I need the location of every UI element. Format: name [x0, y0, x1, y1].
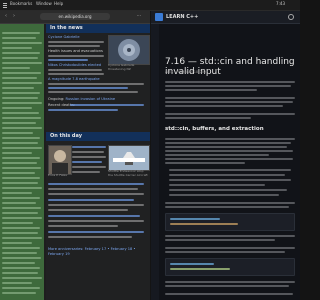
code-block [165, 258, 295, 276]
plane-caption: Shuttle Endeavour atop the Shuttle Carri… [108, 169, 148, 177]
article-title: 7.16 — std::cin and handling invalid inp… [165, 57, 295, 77]
in-the-news-header: In the news [46, 24, 150, 33]
browser-toolbar: ‹ › en.wikipedia.org ⋯ [0, 11, 150, 24]
article-byline: ALEX · FEBRUARY 18, 2023 [165, 70, 209, 74]
code-block [165, 213, 295, 231]
menu-icon[interactable] [3, 3, 7, 8]
back-icon[interactable]: ‹ [3, 13, 9, 20]
wikipedia-window: ‹ › en.wikipedia.org ⋯ In the news Cyclo… [0, 11, 150, 300]
more-icon[interactable]: ⋯ [136, 13, 142, 20]
news-item[interactable]: Health issues and evacuations [48, 49, 106, 54]
news-item[interactable]: Cyclone Gabrielle [48, 35, 106, 40]
learncpp-window: LEARN C++ 7.16 — std::cin and handling i… [151, 11, 300, 300]
wiki-left-column [0, 24, 44, 300]
system-topbar: Bookmarks Window Help 7:43 [0, 0, 300, 11]
plane-image[interactable] [108, 145, 150, 171]
learncpp-logo-icon[interactable] [155, 13, 163, 21]
learncpp-topbar: LEARN C++ [151, 11, 300, 24]
menu-bookmarks[interactable]: Bookmarks [10, 1, 32, 6]
ongoing-line[interactable]: Ongoing: Russian invasion of Ukraine [48, 97, 148, 102]
menu-window[interactable]: Window [36, 1, 52, 6]
cyclone-image-icon [118, 39, 140, 61]
portrait-image[interactable] [48, 145, 72, 175]
news-item[interactable]: A magnitude 7.8 earthquake [48, 77, 106, 82]
forward-icon[interactable]: › [11, 13, 17, 20]
learncpp-sidebar [151, 24, 159, 300]
learncpp-logo[interactable]: LEARN C++ [166, 13, 198, 21]
news-item[interactable]: Nikos Christodoulides elected [48, 63, 106, 68]
menu-help[interactable]: Help [54, 1, 63, 6]
more-anniversaries[interactable]: More anniversaries: February 17 • Februa… [48, 247, 148, 256]
section-heading: std::cin, buffers, and extraction [165, 126, 264, 132]
news-image-caption: Cyclone Gabrielle threatening NZ [108, 63, 135, 71]
portrait-caption: Enos P. Fales [48, 173, 67, 177]
shuttle-plane-icon [113, 152, 145, 165]
clock: 7:43 [276, 1, 285, 6]
news-image[interactable] [108, 35, 150, 65]
on-this-day-header: On this day [46, 132, 150, 141]
portrait-icon [52, 150, 68, 174]
address-bar[interactable]: en.wikipedia.org [40, 13, 110, 20]
search-icon[interactable] [288, 14, 294, 20]
